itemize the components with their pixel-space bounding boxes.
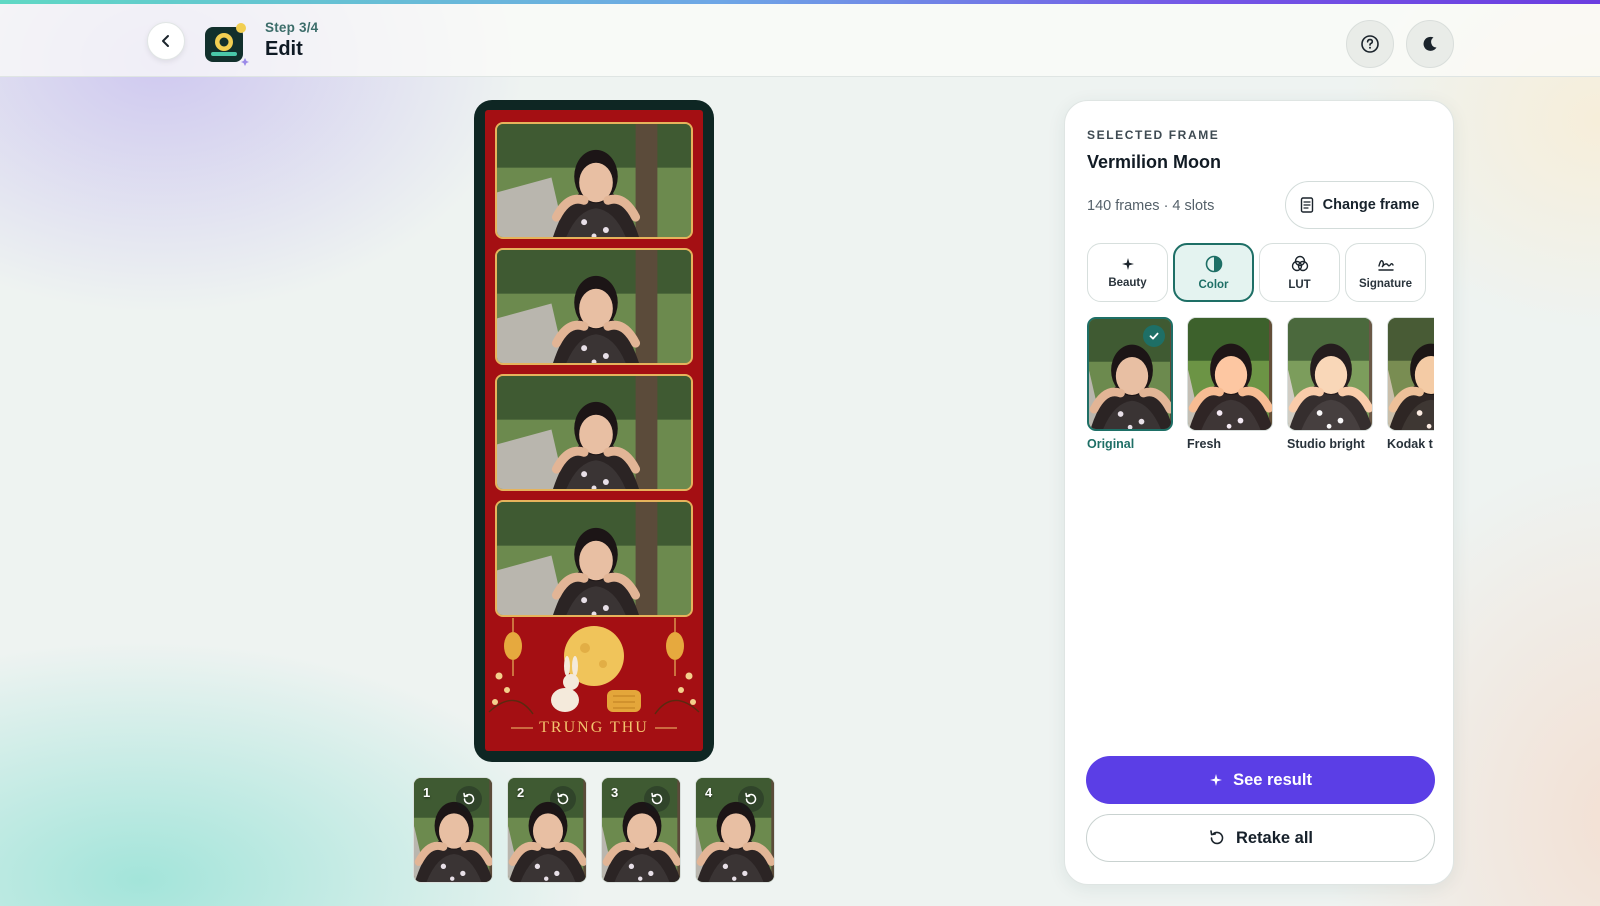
filter-studio-bright[interactable]: Studio bright — [1287, 317, 1373, 451]
chevron-left-icon — [162, 35, 169, 47]
tab-lut-label: LUT — [1288, 278, 1311, 291]
sparkle-icon — [1210, 774, 1223, 786]
strip-photo-slot — [495, 248, 693, 365]
back-button[interactable] — [147, 22, 185, 60]
photo-thumbnail[interactable]: 3 — [601, 777, 681, 883]
tab-beauty-label: Beauty — [1108, 276, 1147, 289]
refresh-icon — [1210, 830, 1224, 845]
strip-photo-slot — [495, 374, 693, 491]
filter-preview — [1387, 317, 1434, 431]
theme-toggle-button[interactable] — [1406, 20, 1454, 68]
tab-color[interactable]: Color — [1173, 243, 1254, 302]
thumbnail-number: 4 — [705, 785, 713, 800]
thumbnail-number: 1 — [423, 785, 431, 800]
strip-photo-slot — [495, 500, 693, 617]
help-button[interactable] — [1346, 20, 1394, 68]
tab-signature[interactable]: Signature — [1345, 243, 1426, 302]
photo-strip-preview: TRUNG THU — [474, 100, 714, 762]
step-label: Step 3/4 — [265, 20, 319, 35]
tab-beauty[interactable]: Beauty — [1087, 243, 1168, 302]
tab-lut[interactable]: LUT — [1259, 243, 1340, 302]
page-title: Edit — [265, 38, 303, 60]
thumbnail-number: 3 — [611, 785, 619, 800]
retake-all-label: Retake all — [1235, 828, 1314, 847]
refresh-icon — [651, 792, 663, 805]
frame-name: Vermilion Moon — [1087, 152, 1222, 172]
thumbnail-number: 2 — [517, 785, 525, 800]
document-icon — [1300, 197, 1313, 213]
edit-panel: SELECTED FRAME Vermilion Moon 140 frames… — [1064, 100, 1454, 885]
see-result-label: See result — [1233, 770, 1312, 789]
filter-original[interactable]: Original — [1087, 317, 1173, 451]
step-indicator: Step 3/4 Edit — [265, 20, 318, 61]
retake-all-button[interactable]: Retake all — [1086, 814, 1435, 862]
filter-fresh[interactable]: Fresh — [1187, 317, 1273, 451]
filter-name: Studio bright — [1287, 437, 1365, 451]
retake-photo-button[interactable] — [456, 786, 482, 812]
filter-preview — [1187, 317, 1273, 431]
strip-photo-slot — [495, 122, 693, 239]
photo-thumbnail[interactable]: 2 — [507, 777, 587, 883]
photo-strip-frame: TRUNG THU — [485, 110, 703, 751]
check-icon — [1149, 332, 1159, 340]
filter-name: Fresh — [1187, 437, 1222, 451]
retake-photo-button[interactable] — [550, 786, 576, 812]
photo-thumbnail[interactable]: 1 — [413, 777, 493, 883]
question-circle-icon — [1361, 35, 1379, 53]
app-header: Step 3/4 Edit — [0, 4, 1600, 77]
retake-photo-button[interactable] — [738, 786, 764, 812]
tab-signature-label: Signature — [1358, 277, 1413, 290]
filter-list: Original Fresh Studio bright Kodak t — [1087, 317, 1434, 457]
refresh-icon — [557, 792, 569, 805]
contrast-icon — [1205, 255, 1222, 272]
change-frame-label: Change frame — [1322, 197, 1420, 213]
color-circles-icon — [1291, 255, 1308, 271]
sparkle-icon — [1121, 257, 1134, 270]
refresh-icon — [463, 792, 475, 805]
moon-icon — [1423, 36, 1437, 51]
signature-icon — [1377, 259, 1394, 271]
photo-thumbnail[interactable]: 4 — [695, 777, 775, 883]
retake-photo-button[interactable] — [644, 786, 670, 812]
frame-meta: 140 frames · 4 slots — [1087, 198, 1215, 214]
filter-kodak[interactable]: Kodak t — [1387, 317, 1434, 451]
change-frame-button[interactable]: Change frame — [1285, 181, 1434, 229]
strip-caption: TRUNG THU — [539, 719, 649, 736]
selected-frame-label: SELECTED FRAME — [1087, 128, 1220, 142]
filter-name: Original — [1087, 437, 1135, 451]
see-result-button[interactable]: See result — [1086, 756, 1435, 804]
selected-check-badge — [1143, 325, 1165, 347]
app-logo-icon — [205, 23, 249, 66]
filter-preview — [1287, 317, 1373, 431]
tab-color-label: Color — [1198, 278, 1229, 291]
filter-preview — [1087, 317, 1173, 431]
filter-name: Kodak t — [1387, 437, 1433, 451]
refresh-icon — [745, 792, 757, 805]
